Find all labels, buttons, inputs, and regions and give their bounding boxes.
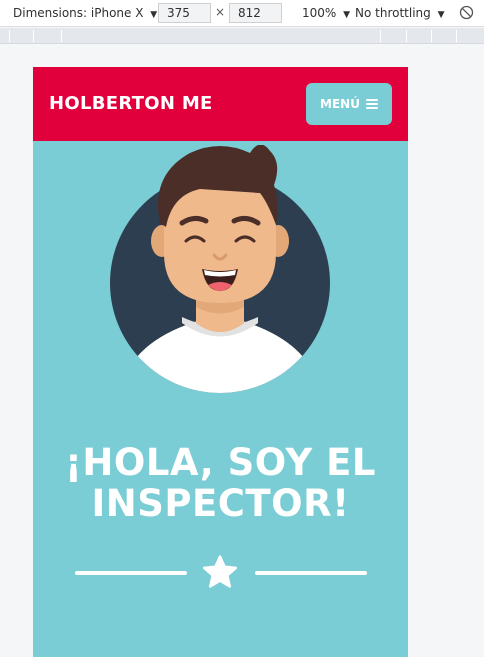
emulated-viewport: HOLBERTON ME MENÚ ¡HOLA, SOY EL INSPECTO… bbox=[33, 67, 408, 657]
throttling-select[interactable]: No throttling ▼ bbox=[355, 6, 445, 20]
ruler-tick bbox=[33, 30, 34, 42]
menu-button[interactable]: MENÚ bbox=[306, 83, 392, 125]
zoom-select[interactable]: 100% ▼ bbox=[302, 6, 350, 20]
viewport-height-input[interactable] bbox=[229, 3, 282, 23]
hamburger-icon bbox=[365, 99, 378, 109]
star-icon bbox=[202, 555, 238, 588]
media-query-ruler[interactable] bbox=[0, 28, 484, 44]
ruler-tick bbox=[406, 30, 407, 42]
chevron-down-icon: ▼ bbox=[437, 10, 445, 20]
avatar-illustration bbox=[110, 145, 330, 393]
device-select[interactable]: Dimensions: iPhone X ▼ bbox=[13, 6, 157, 20]
chevron-down-icon: ▼ bbox=[150, 10, 158, 20]
dimension-separator: × bbox=[215, 5, 226, 19]
ruler-tick bbox=[9, 30, 10, 42]
rotate-icon[interactable] bbox=[459, 5, 474, 20]
viewport-width-input[interactable] bbox=[158, 3, 211, 23]
ruler-tick bbox=[431, 30, 432, 42]
ruler-tick bbox=[61, 30, 62, 42]
menu-button-label: MENÚ bbox=[320, 97, 360, 111]
throttling-select-label: No throttling bbox=[355, 6, 431, 20]
divider-line bbox=[75, 571, 187, 575]
site-header: HOLBERTON ME MENÚ bbox=[33, 67, 408, 141]
chevron-down-icon: ▼ bbox=[343, 10, 351, 20]
hero-heading: ¡HOLA, SOY EL INSPECTOR! bbox=[65, 441, 376, 525]
device-select-label: Dimensions: iPhone X bbox=[13, 6, 144, 20]
devtools-device-toolbar: Dimensions: iPhone X ▼ × 100% ▼ No throt… bbox=[0, 0, 484, 27]
zoom-select-label: 100% bbox=[302, 6, 337, 20]
site-logo[interactable]: HOLBERTON ME bbox=[49, 93, 213, 114]
star-divider bbox=[75, 555, 367, 591]
ruler-tick bbox=[380, 30, 381, 42]
ruler-tick bbox=[456, 30, 457, 42]
divider-line bbox=[255, 571, 367, 575]
